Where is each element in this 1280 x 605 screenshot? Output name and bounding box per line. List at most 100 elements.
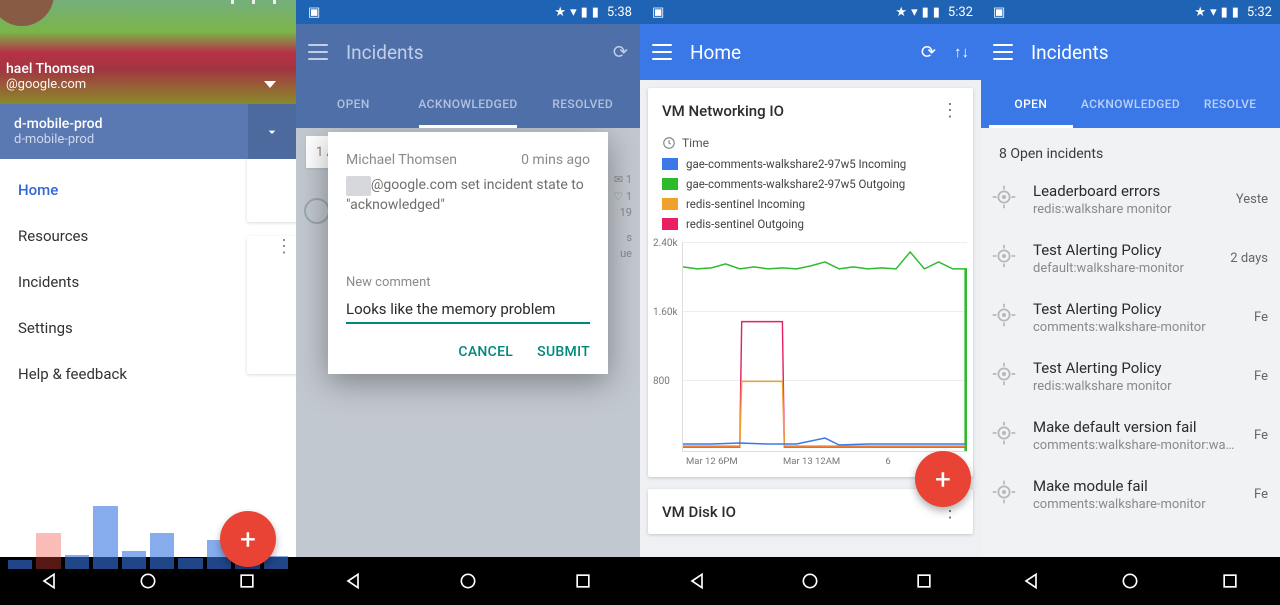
account-caret-icon[interactable] [264, 81, 276, 88]
legend-item: gae-comments-walkshare2-97w5 Outgoing [662, 174, 959, 194]
nav-home-icon[interactable] [138, 571, 158, 591]
nav-back-icon[interactable] [687, 571, 707, 591]
nav-home-icon[interactable] [458, 571, 478, 591]
screenshot-icon: ▣ [993, 5, 1005, 20]
nav-home-icon[interactable] [800, 571, 820, 591]
incident-item[interactable]: Leaderboard errors redis:walkshare monito… [981, 170, 1280, 229]
bg-target-icon [304, 198, 330, 224]
incident-subtitle: comments:walkshare-monitor:walk… [1033, 438, 1236, 453]
refresh-icon[interactable]: ⟳ [921, 42, 936, 63]
incident-subtitle: comments:walkshare-monitor [1033, 320, 1236, 335]
nfc-icon: ▮ [922, 5, 929, 20]
comment-input[interactable] [346, 296, 590, 324]
content: 1 A ✉ 1 ♡ 1 19 s ue Michael Thomsen 0 mi… [296, 128, 640, 557]
screenshot-icon: ▣ [308, 5, 320, 20]
tab-open[interactable]: OPEN [981, 80, 1081, 128]
android-statusbar: ▣ ★ ▾ ▮ ▮ 5:32 [640, 0, 981, 24]
user-email: @google.com [6, 77, 286, 92]
appbar: Incidents [981, 24, 1280, 80]
star-icon: ★ [895, 5, 907, 20]
legend-time-basis: Time [662, 133, 709, 153]
tab-resolved[interactable]: RESOLVE [1180, 80, 1280, 128]
card-title: VM Networking IO [662, 102, 784, 120]
battery-icon: ▮ [592, 5, 599, 20]
drawer-header: hael Thomsen @google.com [0, 0, 296, 104]
menu-icon[interactable] [993, 44, 1013, 60]
sort-icon[interactable]: ↑↓ [954, 43, 969, 61]
incident-title: Test Alerting Policy [1033, 241, 1212, 259]
android-navbar [981, 557, 1280, 605]
cancel-button[interactable]: CANCEL [458, 344, 513, 360]
star-icon: ★ [554, 5, 566, 20]
tabs: OPEN ACKNOWLEDGED RESOLVE [981, 80, 1280, 128]
incident-subtitle: redis:walkshare monitor [1033, 379, 1236, 394]
nav-recent-icon[interactable] [1220, 571, 1240, 591]
incident-subtitle: default:walkshare-monitor [1033, 261, 1212, 276]
card-more-icon[interactable]: ⋮ [941, 100, 959, 121]
incident-subtitle: redis:walkshare monitor [1033, 202, 1218, 217]
refresh-icon[interactable]: ⟳ [613, 42, 628, 63]
incident-title: Make default version fail [1033, 418, 1236, 436]
chart-legend: Time gae-comments-walkshare2-97w5 Incomi… [648, 133, 973, 242]
nav-back-icon[interactable] [39, 571, 59, 591]
nav-recent-icon[interactable] [573, 571, 593, 591]
tab-acknowledged[interactable]: ACKNOWLEDGED [411, 80, 526, 128]
tab-open[interactable]: OPEN [296, 80, 411, 128]
status-time: 5:32 [948, 5, 973, 20]
nav-home-icon[interactable] [1120, 571, 1140, 591]
incident-title: Test Alerting Policy [1033, 300, 1236, 318]
content: VM Networking IO ⋮ Time gae-comments-wal… [640, 80, 981, 557]
project-title: d-mobile-prod [14, 116, 282, 132]
nav-back-icon[interactable] [1021, 571, 1041, 591]
tab-resolved[interactable]: RESOLVED [525, 80, 640, 128]
battery-icon: ▮ [1232, 5, 1239, 20]
nfc-icon: ▮ [581, 5, 588, 20]
incident-item[interactable]: Test Alerting Policy redis:walkshare moni… [981, 347, 1280, 406]
incident-item[interactable]: Make default version fail comments:walksh… [981, 406, 1280, 465]
dialog-body: xxx@google.com set incident state to "ac… [346, 176, 590, 215]
target-icon [989, 300, 1019, 330]
page-title: Incidents [1031, 41, 1109, 64]
nav-recent-icon[interactable] [237, 571, 257, 591]
star-icon: ★ [1194, 5, 1206, 20]
incident-item[interactable]: Test Alerting Policy comments:walkshare-m… [981, 288, 1280, 347]
card-vm-networking: VM Networking IO ⋮ Time gae-comments-wal… [648, 88, 973, 477]
incident-item[interactable]: Make module failcomments:walkshare-monit… [981, 465, 1280, 524]
card-title: VM Disk IO [662, 503, 736, 521]
legend-item: gae-comments-walkshare2-97w5 Incoming [662, 154, 959, 174]
legend-item: redis-sentinel Outgoing [662, 214, 959, 234]
target-icon [989, 477, 1019, 507]
status-time: 5:32 [1247, 5, 1272, 20]
battery-icon: ▮ [933, 5, 940, 20]
fab-add[interactable]: + [220, 511, 276, 567]
incident-time: Fe [1254, 310, 1268, 325]
target-icon [989, 359, 1019, 389]
wifi-icon: ▾ [1210, 5, 1217, 20]
page-title: Home [690, 41, 741, 64]
menu-icon[interactable] [652, 44, 672, 60]
menu-icon[interactable] [308, 44, 328, 60]
page-title: Incidents [346, 41, 424, 64]
nfc-icon: ▮ [1221, 5, 1228, 20]
open-count: 8 Open incidents [981, 138, 1280, 170]
screenshot-icon: ▣ [652, 5, 664, 20]
fab-add[interactable]: + [915, 451, 971, 507]
line-chart: 2.40k 1.60k 800 [682, 242, 967, 452]
android-navbar [296, 557, 640, 605]
android-statusbar: ▣ ★ ▾ ▮ ▮ 5:38 [296, 0, 640, 24]
nav-back-icon[interactable] [343, 571, 363, 591]
incident-item[interactable]: Test Alerting Policy default:walkshare-mo… [981, 229, 1280, 288]
nav-recent-icon[interactable] [914, 571, 934, 591]
project-selector[interactable]: d-mobile-prod d-mobile-prod [0, 104, 296, 159]
project-subtitle: d-mobile-prod [14, 132, 282, 147]
android-navbar [640, 557, 981, 605]
incident-title: Test Alerting Policy [1033, 359, 1236, 377]
appbar: Incidents ⟳ [296, 24, 640, 80]
chevron-down-icon[interactable] [248, 104, 296, 159]
submit-button[interactable]: SUBMIT [537, 344, 590, 360]
tab-acknowledged[interactable]: ACKNOWLEDGED [1081, 80, 1181, 128]
user-name: hael Thomsen [6, 61, 286, 77]
target-icon [989, 241, 1019, 271]
incident-title: Leaderboard errors [1033, 182, 1218, 200]
incident-time: Fe [1254, 369, 1268, 384]
